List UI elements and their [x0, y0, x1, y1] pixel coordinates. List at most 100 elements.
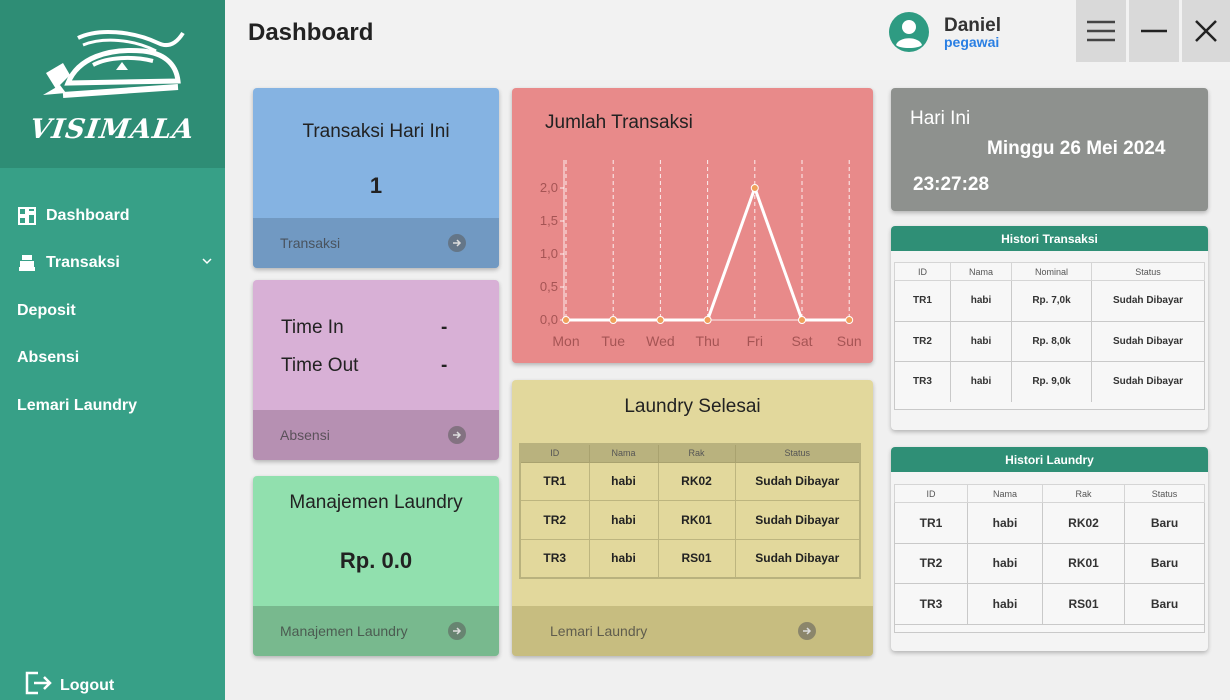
x-tick-label: Sun — [837, 333, 862, 349]
data-point — [703, 316, 712, 324]
footer-label: Absensi — [280, 427, 330, 443]
table-row[interactable]: TR1 habi Rp. 7,0k Sudah Dibayar — [894, 280, 1205, 322]
card-title: Laundry Selesai — [624, 396, 761, 417]
table-cell: Rp. 7,0k — [1011, 280, 1092, 322]
minimize-button[interactable] — [1129, 0, 1179, 62]
menu-button[interactable] — [1076, 0, 1126, 62]
dashboard-icon — [17, 206, 37, 226]
data-point — [562, 316, 570, 324]
table-cell: Sudah Dibayar — [734, 461, 861, 501]
column-header: Rak — [1042, 484, 1125, 503]
table-cell: RK02 — [1042, 502, 1125, 544]
transaksi-link[interactable]: Transaksi — [253, 218, 499, 268]
page-title: Dashboard — [248, 19, 374, 46]
table-cell: Rp. 9,0k — [1011, 361, 1092, 403]
column-header: Rak — [657, 443, 736, 463]
brand-logo: VISIMALA — [0, 0, 225, 168]
table-cell: RK01 — [1042, 542, 1125, 584]
sidebar-item-deposit[interactable]: Deposit — [0, 287, 225, 335]
table-row[interactable]: TR1 habi RK02 Baru — [894, 502, 1205, 544]
data-point — [656, 316, 665, 324]
table-cell: Baru — [1124, 502, 1205, 544]
table-cell: Sudah Dibayar — [1091, 280, 1205, 322]
time-out-row: Time Out - — [281, 355, 471, 377]
sidebar-item-transaksi[interactable]: Transaksi — [0, 240, 225, 288]
manajemen-link[interactable]: Manajemen Laundry — [253, 606, 499, 656]
sidebar-item-label: Lemari Laundry — [17, 396, 138, 414]
table-cell: Sudah Dibayar — [734, 500, 861, 540]
column-header: Nama — [950, 262, 1012, 281]
table-cell: Sudah Dibayar — [1091, 320, 1205, 362]
table-cell: Sudah Dibayar — [1091, 361, 1205, 403]
x-tick-label: Tue — [601, 333, 625, 349]
data-point — [845, 316, 854, 324]
absensi-link[interactable]: Absensi — [253, 410, 499, 460]
table-row[interactable]: TR1 habi RK02 Sudah Dibayar — [519, 461, 861, 501]
avatar[interactable] — [888, 11, 930, 53]
close-button[interactable] — [1182, 0, 1230, 62]
y-tick-label: 0,0 — [540, 312, 558, 327]
table-row[interactable]: TR2 habi RK01 Baru — [894, 542, 1205, 584]
table-cell: RK02 — [657, 461, 736, 501]
manajemen-value: Rp. 0.0 — [339, 548, 413, 573]
y-tick-label: 1,0 — [540, 246, 558, 261]
lemari-laundry-link[interactable]: Lemari Laundry — [512, 606, 873, 656]
time-in-value: - — [441, 317, 448, 338]
table-cell: TR1 — [894, 502, 968, 544]
footer-label: Manajemen Laundry — [280, 623, 408, 639]
close-icon — [1195, 20, 1217, 42]
laundry-selesai-table: ID Nama Rak Status TR1 habi RK02 Sudah D… — [519, 443, 861, 579]
transaksi-count: 1 — [369, 173, 383, 198]
histori-laundry-table: ID Nama Rak Status TR1 habi RK02 Baru TR… — [894, 484, 1205, 625]
table-cell: habi — [967, 583, 1043, 625]
column-header: ID — [894, 484, 968, 503]
chevron-down-icon[interactable] — [201, 254, 213, 272]
histori-transaksi-table: ID Nama Nominal Status TR1 habi Rp. 7,0k… — [894, 262, 1205, 403]
table-cell: RK01 — [657, 500, 736, 540]
table-row[interactable]: TR3 habi Rp. 9,0k Sudah Dibayar — [894, 361, 1205, 403]
table-scroll-area — [894, 402, 1205, 410]
column-header: Nominal — [1011, 262, 1092, 281]
table-cell: RS01 — [657, 538, 736, 578]
table-cell: habi — [588, 500, 659, 540]
histori-laundry-title: Histori Laundry — [891, 447, 1208, 472]
card-histori-laundry: Histori Laundry ID Nama Rak Status TR1 h… — [891, 447, 1208, 651]
table-cell: TR3 — [519, 538, 590, 578]
column-header: Status — [734, 443, 861, 463]
x-tick-label: Thu — [696, 333, 720, 349]
user-avatar-icon — [889, 12, 929, 52]
sidebar-item-dashboard[interactable]: Dashboard — [0, 192, 225, 240]
sidebar-item-absensi[interactable]: Absensi — [0, 335, 225, 383]
table-scroll-area — [894, 625, 1205, 633]
table-cell: Baru — [1124, 583, 1205, 625]
table-row[interactable]: TR3 habi RS01 Baru — [894, 583, 1205, 625]
histori-transaksi-title: Histori Transaksi — [891, 226, 1208, 251]
table-cell: TR1 — [519, 461, 590, 501]
card-hari-ini: Hari Ini Minggu 26 Mei 2024 23:27:28 — [891, 88, 1208, 211]
arrow-right-icon — [448, 234, 466, 252]
time-in-label: Time In — [281, 317, 344, 338]
x-tick-label: Mon — [552, 333, 579, 349]
table-row[interactable]: TR2 habi RK01 Sudah Dibayar — [519, 500, 861, 540]
sidebar: VISIMALA Dashboard Transaksi Deposit Abs… — [0, 0, 225, 700]
current-date: Minggu 26 Mei 2024 — [987, 138, 1166, 159]
footer-label: Lemari Laundry — [550, 623, 648, 639]
brand-name: VISIMALA — [28, 114, 197, 145]
data-point — [798, 316, 806, 324]
table-row[interactable]: TR3 habi RS01 Sudah Dibayar — [519, 538, 861, 578]
table-header-row: ID Nama Rak Status — [894, 484, 1205, 503]
column-header: Nama — [588, 443, 659, 463]
card-histori-transaksi: Histori Transaksi ID Nama Nominal Status… — [891, 226, 1208, 430]
card-title: Transaksi Hari Ini — [302, 121, 450, 142]
user-role: pegawai — [944, 34, 1000, 50]
logout-button[interactable]: Logout — [24, 670, 114, 700]
table-cell: TR3 — [894, 583, 968, 625]
time-out-label: Time Out — [281, 355, 359, 376]
sidebar-item-lemari-laundry[interactable]: Lemari Laundry — [0, 382, 225, 430]
table-cell: habi — [950, 320, 1012, 362]
table-header-row: ID Nama Nominal Status — [894, 262, 1205, 281]
table-cell: habi — [588, 461, 659, 501]
table-cell: habi — [967, 542, 1043, 584]
column-header: Status — [1091, 262, 1205, 281]
table-row[interactable]: TR2 habi Rp. 8,0k Sudah Dibayar — [894, 320, 1205, 362]
